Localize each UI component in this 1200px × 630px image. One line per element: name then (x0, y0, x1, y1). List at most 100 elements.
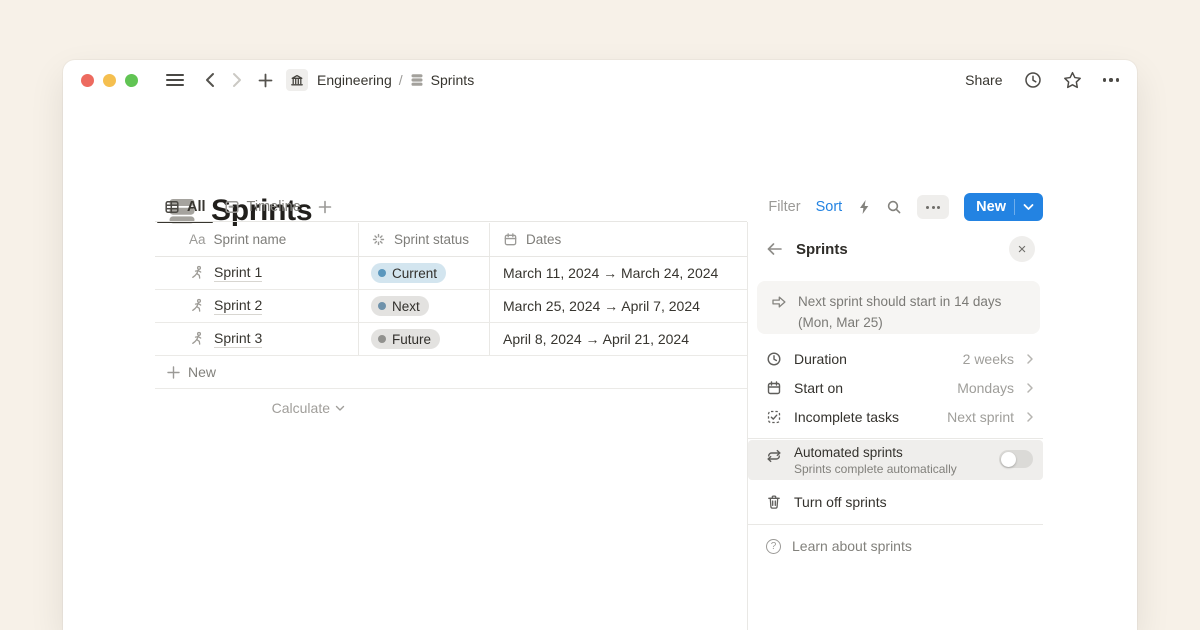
chevron-down-icon[interactable] (1023, 203, 1034, 211)
favorite-star-icon[interactable] (1063, 71, 1082, 90)
automations-bolt-icon[interactable] (857, 199, 871, 215)
status-pill[interactable]: Next (371, 296, 429, 316)
view-controls: Filter Sort New (768, 193, 1043, 221)
setting-value: Next sprint (947, 409, 1014, 425)
status-label: Current (392, 266, 437, 281)
window-more-button[interactable] (1103, 78, 1120, 82)
tab-all-label: All (187, 199, 206, 215)
column-header-dates[interactable]: Dates (490, 223, 747, 256)
search-icon[interactable] (886, 199, 902, 215)
database-icon (410, 73, 424, 87)
status-label: Next (392, 299, 420, 314)
new-row-button[interactable]: New (155, 356, 747, 389)
share-button[interactable]: Share (965, 72, 1002, 88)
question-icon: ? (766, 539, 781, 554)
column-label: Sprint status (394, 232, 469, 247)
filter-button[interactable]: Filter (768, 199, 800, 215)
add-view-button[interactable] (314, 192, 336, 222)
automated-toggle[interactable] (999, 450, 1033, 468)
automated-sprints-label: Automated sprints (794, 445, 957, 460)
panel-section-divider (748, 524, 1043, 525)
tab-all[interactable]: All (155, 192, 215, 222)
sprint-name-link[interactable]: Sprint 3 (214, 330, 262, 348)
table-view-icon (164, 199, 180, 215)
forward-button[interactable] (231, 72, 243, 88)
learn-about-sprints-link[interactable]: ? Learn about sprints (748, 530, 1043, 562)
new-page-button[interactable] (258, 73, 273, 88)
date-range[interactable]: April 8, 2024 → April 21, 2024 (503, 331, 689, 347)
close-window-button[interactable] (81, 74, 94, 87)
column-header-sprint-status[interactable]: Sprint status (358, 223, 490, 256)
automated-sprints-row[interactable]: Automated sprints Sprints complete autom… (748, 440, 1043, 480)
tab-timeline-label: Timeline (247, 199, 301, 215)
date-range[interactable]: March 11, 2024 → March 24, 2024 (503, 265, 718, 281)
runner-icon (189, 331, 205, 347)
panel-header: Sprints × (766, 234, 1035, 264)
new-button[interactable]: New (964, 193, 1043, 221)
status-pill[interactable]: Current (371, 263, 446, 283)
calendar-icon (503, 232, 518, 247)
view-tabs: All Timeline (155, 192, 336, 222)
chevron-right-icon (1026, 353, 1034, 365)
viewbar-divider (155, 221, 747, 222)
text-property-icon: Aa (189, 232, 206, 247)
breadcrumb-workspace[interactable]: Engineering (317, 72, 392, 88)
setting-value: 2 weeks (963, 351, 1014, 367)
clock-icon (766, 351, 782, 367)
breadcrumb: Engineering / Sprints (317, 72, 474, 88)
history-clock-icon[interactable] (1024, 71, 1042, 89)
status-pill[interactable]: Future (371, 329, 440, 349)
checkbox-icon (766, 409, 782, 425)
learn-about-sprints-label: Learn about sprints (792, 538, 912, 554)
next-sprint-notice: Next sprint should start in 14 days (Mon… (757, 281, 1040, 334)
new-button-separator (1014, 199, 1015, 215)
breadcrumb-separator: / (399, 72, 403, 88)
zoom-window-button[interactable] (125, 74, 138, 87)
calculate-label: Calculate (272, 400, 330, 416)
trash-icon (766, 494, 782, 510)
view-options-button[interactable] (917, 195, 949, 219)
sprint-settings-list: Duration 2 weeks Start on Mondays Incomp… (748, 344, 1043, 431)
status-burst-icon (371, 232, 386, 247)
new-row-label: New (188, 364, 216, 380)
table-row[interactable]: Sprint 1 Current March 11, 2024 → March … (155, 257, 747, 290)
sidebar-toggle-icon[interactable] (166, 73, 184, 87)
turn-off-sprints-button[interactable]: Turn off sprints (748, 484, 1043, 520)
back-arrow-icon[interactable] (766, 242, 783, 256)
status-dot (378, 302, 386, 310)
repeat-icon (766, 448, 782, 464)
timeline-view-icon (224, 199, 240, 215)
close-icon[interactable]: × (1009, 236, 1035, 262)
sprint-name-link[interactable]: Sprint 2 (214, 297, 262, 315)
calculate-button[interactable]: Calculate (155, 389, 358, 427)
new-button-label: New (976, 199, 1006, 215)
setting-start-on[interactable]: Start on Mondays (748, 373, 1043, 402)
setting-duration[interactable]: Duration 2 weeks (748, 344, 1043, 373)
date-range[interactable]: March 25, 2024 → April 7, 2024 (503, 298, 700, 314)
arrow-right-icon (770, 293, 788, 334)
notice-line2: (Mon, Mar 25) (798, 315, 883, 330)
column-label: Dates (526, 232, 561, 247)
panel-section-divider (748, 438, 1043, 439)
view-bar: All Timeline Filter Sort New (155, 192, 1043, 222)
breadcrumb-page[interactable]: Sprints (431, 72, 475, 88)
turn-off-sprints-label: Turn off sprints (794, 494, 887, 510)
workspace-icon[interactable] (286, 69, 308, 91)
setting-incomplete-tasks[interactable]: Incomplete tasks Next sprint (748, 402, 1043, 431)
sort-button[interactable]: Sort (816, 199, 843, 215)
notice-line1: Next sprint should start in 14 days (798, 294, 1001, 309)
chevron-right-icon (1026, 382, 1034, 394)
minimize-window-button[interactable] (103, 74, 116, 87)
sprint-name-link[interactable]: Sprint 1 (214, 264, 262, 282)
table-row[interactable]: Sprint 2 Next March 25, 2024 → April 7, … (155, 290, 747, 323)
status-dot (378, 269, 386, 277)
runner-icon (189, 265, 205, 281)
sprints-table: Aa Sprint name Sprint status Dates (155, 223, 747, 427)
automated-sprints-sublabel: Sprints complete automatically (794, 462, 957, 476)
column-label: Sprint name (214, 232, 287, 247)
column-header-sprint-name[interactable]: Aa Sprint name (155, 223, 358, 256)
runner-icon (189, 298, 205, 314)
tab-timeline[interactable]: Timeline (215, 192, 310, 222)
back-button[interactable] (204, 72, 216, 88)
table-row[interactable]: Sprint 3 Future April 8, 2024 → April 21… (155, 323, 747, 356)
